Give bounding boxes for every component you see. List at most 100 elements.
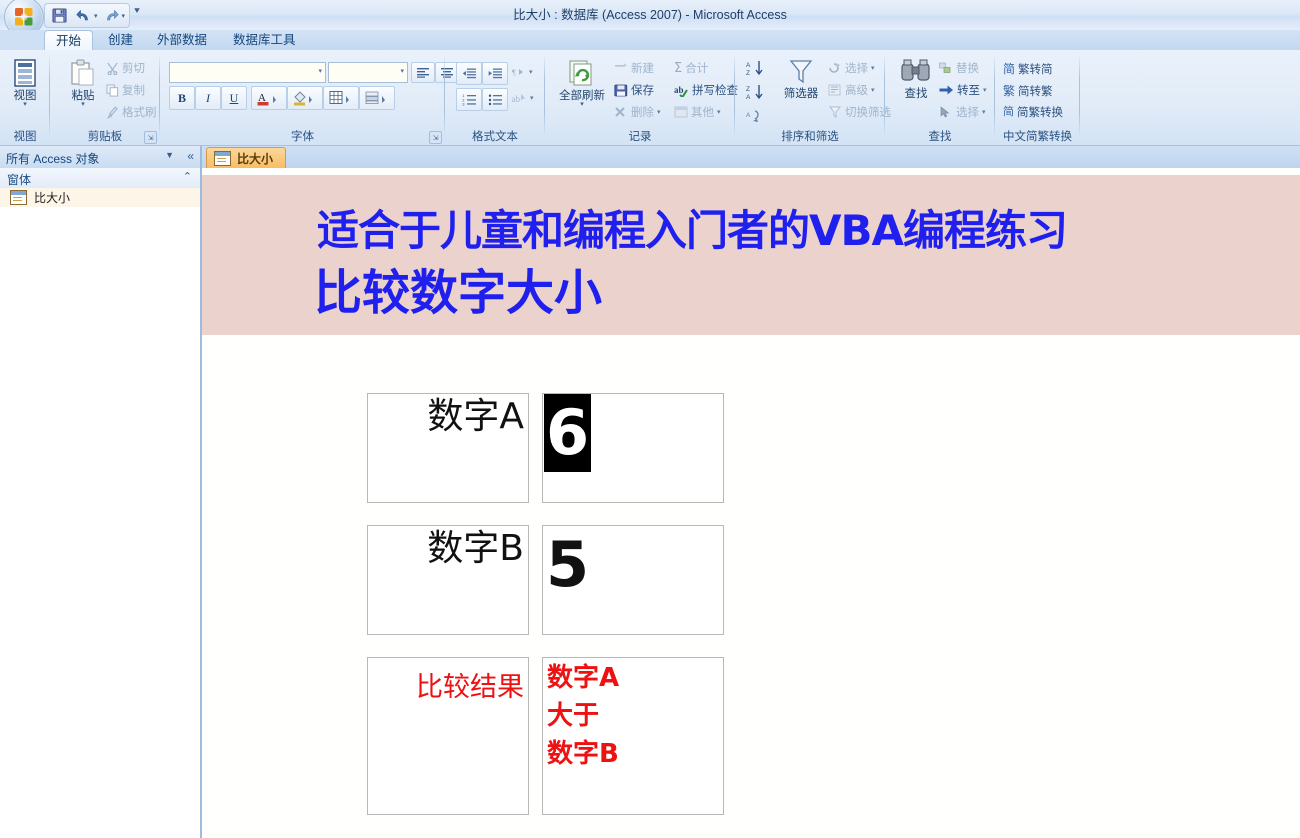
bullets-button[interactable]: [482, 88, 508, 111]
font-size-combo[interactable]: ▾: [328, 62, 408, 83]
totals-button[interactable]: Σ 合计: [674, 60, 708, 76]
svg-text:A: A: [746, 112, 751, 119]
traditional-to-simplified-button[interactable]: 简 繁转简: [1003, 60, 1053, 77]
replace-button[interactable]: 替换: [939, 60, 979, 76]
clear-sort-icon: A: [746, 110, 759, 122]
decrease-indent-button[interactable]: [456, 62, 482, 85]
form-view: 适合于儿童和编程入门者的VBA编程练习 比较数字大小 数字A 6 数字B 5 比…: [202, 168, 1300, 838]
cut-button-label: 剪切: [122, 63, 145, 75]
chevron-down-icon[interactable]: ▾: [871, 86, 875, 94]
increase-indent-button[interactable]: [482, 62, 508, 85]
collapse-pane-button[interactable]: «: [187, 149, 194, 163]
fill-color-button[interactable]: [287, 86, 323, 110]
align-left-button[interactable]: [411, 62, 435, 83]
alternate-fill-button[interactable]: [359, 86, 395, 110]
go-to-button[interactable]: 转至 ▾: [939, 82, 987, 98]
ribbon-group-label-view: 视图: [13, 131, 37, 143]
simplified-to-traditional-button[interactable]: 繁 简转繁: [1003, 82, 1053, 99]
refresh-all-button[interactable]: 全部刷新 ▾: [553, 58, 611, 108]
view-dropdown-caret[interactable]: ▾: [23, 101, 27, 108]
document-tab-label: 比大小: [237, 152, 274, 166]
format-painter-icon: [107, 105, 118, 119]
clipboard-dialog-launcher[interactable]: ⇲: [144, 131, 157, 144]
tab-create[interactable]: 创建: [97, 31, 144, 50]
new-record-button[interactable]: 新建: [614, 60, 654, 76]
paste-button[interactable]: 粘贴 ▾: [62, 58, 104, 108]
advanced-filter-button[interactable]: 高级 ▾: [828, 82, 875, 98]
more-records-button[interactable]: 其他 ▾: [674, 104, 721, 120]
navigation-group-forms[interactable]: 窗体 ⌃: [0, 168, 200, 189]
form-title-line2: 比较数字大小: [314, 265, 603, 321]
bullets-icon: [488, 94, 502, 105]
chevron-down-icon[interactable]: ▾: [657, 108, 661, 116]
copy-button[interactable]: 复制: [106, 82, 145, 98]
nav-item-bidaxiao[interactable]: 比大小: [0, 188, 200, 207]
delete-record-button[interactable]: 删除 ▾: [614, 104, 661, 120]
phonetic-guide-button[interactable]: ab ▾: [511, 92, 534, 104]
navigation-pane-header[interactable]: 所有 Access 对象 ▼ «: [0, 146, 200, 169]
chevron-down-icon[interactable]: ▾: [871, 64, 875, 72]
view-button[interactable]: 视图 ▾: [8, 58, 42, 108]
sort-descending-icon: Z A: [746, 85, 763, 101]
chevron-down-icon[interactable]: ▾: [717, 108, 721, 116]
chevron-down-icon: ▾: [400, 68, 404, 75]
result-label-box: 比较结果: [367, 657, 529, 815]
sort-ascending-icon: A Z: [746, 61, 763, 77]
sigma-icon: Σ: [674, 60, 683, 76]
document-tab-bidaxiao[interactable]: 比大小: [206, 147, 287, 169]
selection-button[interactable]: 选择 ▾: [828, 60, 875, 76]
document-tab-bar: 比大小: [202, 146, 1300, 169]
spelling-icon: ab: [674, 85, 688, 97]
font-color-icon: A: [257, 92, 276, 106]
format-painter-button[interactable]: 格式刷: [106, 104, 157, 120]
toggle-filter-button[interactable]: 切换筛选: [828, 104, 891, 120]
nav-item-label: 比大小: [34, 191, 71, 205]
simplified-to-traditional-label: 简转繁: [1018, 85, 1053, 98]
bold-button[interactable]: B: [169, 86, 195, 110]
spelling-button[interactable]: ab 拼写检查: [674, 82, 738, 98]
tab-home[interactable]: 开始: [44, 30, 94, 51]
refresh-all-dropdown-caret[interactable]: ▾: [580, 101, 584, 108]
font-color-button[interactable]: A: [251, 86, 287, 110]
numbering-button[interactable]: 123: [456, 88, 482, 111]
filter-button[interactable]: 筛选器: [776, 58, 826, 100]
chevron-down-icon[interactable]: ▾: [982, 108, 986, 116]
result-line-1: 数字A: [547, 663, 620, 693]
clear-sorts-button[interactable]: A: [743, 106, 769, 127]
sort-ascending-button[interactable]: A Z: [743, 58, 769, 79]
tab-database-tools[interactable]: 数据库工具: [222, 31, 307, 50]
gridlines-button[interactable]: [323, 86, 359, 110]
svg-text:ab: ab: [674, 85, 684, 95]
chevron-down-icon[interactable]: ▾: [530, 94, 534, 102]
result-textbox[interactable]: 数字A 大于 数字B: [542, 657, 724, 815]
filter-icon: [789, 60, 813, 84]
number-b-textbox[interactable]: 5: [542, 525, 724, 635]
tab-external-data[interactable]: 外部数据: [146, 31, 218, 50]
rtl-button[interactable]: ¶ ▾: [511, 66, 533, 78]
font-name-combo[interactable]: ▾: [169, 62, 326, 83]
italic-button[interactable]: I: [195, 86, 221, 110]
chevron-down-icon[interactable]: ▼: [165, 150, 174, 160]
advanced-filter-label: 高级: [845, 85, 868, 97]
cut-button[interactable]: 剪切: [106, 60, 145, 76]
select-button[interactable]: 选择 ▾: [939, 104, 986, 120]
window-title: 比大小 : 数据库 (Access 2007) - Microsoft Acce…: [513, 8, 787, 22]
ribbon-group-font: ▾ ▾ B I U A 字体 ⇲: [160, 50, 483, 145]
ribbon-group-label-find: 查找: [928, 131, 952, 143]
number-a-textbox[interactable]: 6: [542, 393, 724, 503]
chevron-down-icon[interactable]: ▾: [983, 86, 987, 94]
toggle-filter-icon: [828, 106, 842, 118]
chevron-up-icon[interactable]: ⌃: [183, 170, 192, 183]
chevron-down-icon[interactable]: ▾: [529, 68, 533, 76]
find-button[interactable]: 查找: [895, 58, 937, 100]
spelling-label: 拼写检查: [692, 85, 738, 97]
title-bar: ▾ ▾ ⯆ 比大小 : 数据库 (Access 2007) - Microsof…: [0, 0, 1300, 37]
more-records-label: 其他: [691, 107, 714, 119]
paste-dropdown-caret[interactable]: ▾: [81, 101, 85, 108]
ribbon-group-sort-filter: A Z Z A A 筛选器 选择 ▾ 高级 ▾ 切换筛选 排序和筛选: [735, 50, 891, 145]
chinese-conversion-button[interactable]: 简 简繁转换: [1003, 104, 1063, 120]
underline-button[interactable]: U: [221, 86, 247, 110]
save-record-button[interactable]: 保存: [614, 82, 654, 98]
sort-descending-button[interactable]: Z A: [743, 82, 769, 103]
font-dialog-launcher[interactable]: ⇲: [429, 131, 442, 144]
